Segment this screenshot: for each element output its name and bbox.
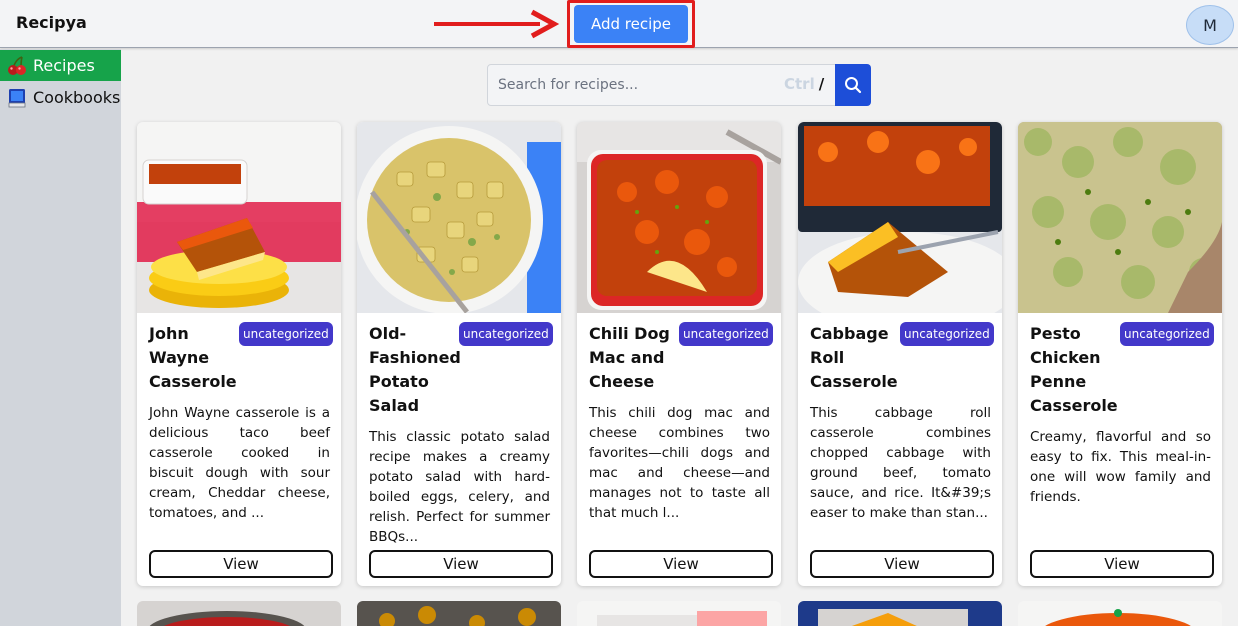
search-bar: Ctrl/ [487,64,836,106]
view-button[interactable]: View [1030,550,1214,578]
cherries-icon [5,55,29,77]
recipe-description: This classic potato salad recipe makes a… [369,429,550,545]
top-navbar: Recipya Add recipe M [0,0,1238,48]
recipe-image[interactable] [577,122,781,313]
book-icon [5,87,29,109]
brand-logo[interactable]: Recipya [16,13,87,32]
recipe-card-partial[interactable] [137,601,341,626]
recipe-card: Old-Fashioned Potato Salad uncategorized… [357,122,561,586]
recipe-title: Chili Dog Mac and Cheese [589,324,670,391]
annotation-arrow-icon [434,9,560,39]
recipe-card-partial[interactable] [357,601,561,626]
category-badge: uncategorized [239,322,333,346]
sidebar: Recipes Cookbooks [0,49,121,626]
user-avatar[interactable]: M [1186,5,1234,45]
recipe-description: This cabbage roll casserole combines cho… [810,405,991,521]
recipe-title: Old-Fashioned Potato Salad [369,324,461,415]
search-icon [845,77,862,94]
sidebar-item-label: Cookbooks [33,88,121,107]
recipe-title: John Wayne Casserole [149,324,237,391]
recipe-image[interactable] [798,122,1002,313]
recipe-image[interactable] [357,122,561,313]
search-input[interactable] [488,65,778,105]
recipe-card: John Wayne Casserole uncategorized John … [137,122,341,586]
recipe-card-partial[interactable] [1018,601,1222,626]
recipe-description: This chili dog mac and cheese combines t… [589,405,770,521]
recipe-card-partial[interactable] [577,601,781,626]
view-button[interactable]: View [810,550,994,578]
view-button[interactable]: View [369,550,553,578]
recipe-image[interactable] [1018,122,1222,313]
recipe-image[interactable] [137,122,341,313]
recipe-description: John Wayne casserole is a delicious taco… [149,405,330,521]
shortcut-ctrl: Ctrl [784,75,815,93]
keyboard-shortcut-hint: Ctrl / [784,75,824,93]
search-button[interactable] [835,64,871,106]
category-badge: uncategorized [900,322,994,346]
recipe-card: Cabbage Roll Casserole uncategorized Thi… [798,122,1002,586]
sidebar-item-label: Recipes [33,56,95,75]
shortcut-key: / [818,75,825,93]
category-badge: uncategorized [459,322,553,346]
recipe-card: Pesto Chicken Penne Casserole uncategori… [1018,122,1222,586]
recipe-card: Chili Dog Mac and Cheese uncategorized T… [577,122,781,586]
recipe-description: Creamy, flavorful and so easy to fix. Th… [1030,429,1211,505]
view-button[interactable]: View [589,550,773,578]
add-recipe-button[interactable]: Add recipe [574,5,688,43]
recipe-card-partial[interactable] [798,601,1002,626]
view-button[interactable]: View [149,550,333,578]
sidebar-item-cookbooks[interactable]: Cookbooks [0,82,121,113]
sidebar-item-recipes[interactable]: Recipes [0,50,121,81]
recipe-title: Cabbage Roll Casserole [810,324,898,391]
recipe-title: Pesto Chicken Penne Casserole [1030,324,1118,415]
category-badge: uncategorized [1120,322,1214,346]
category-badge: uncategorized [679,322,773,346]
